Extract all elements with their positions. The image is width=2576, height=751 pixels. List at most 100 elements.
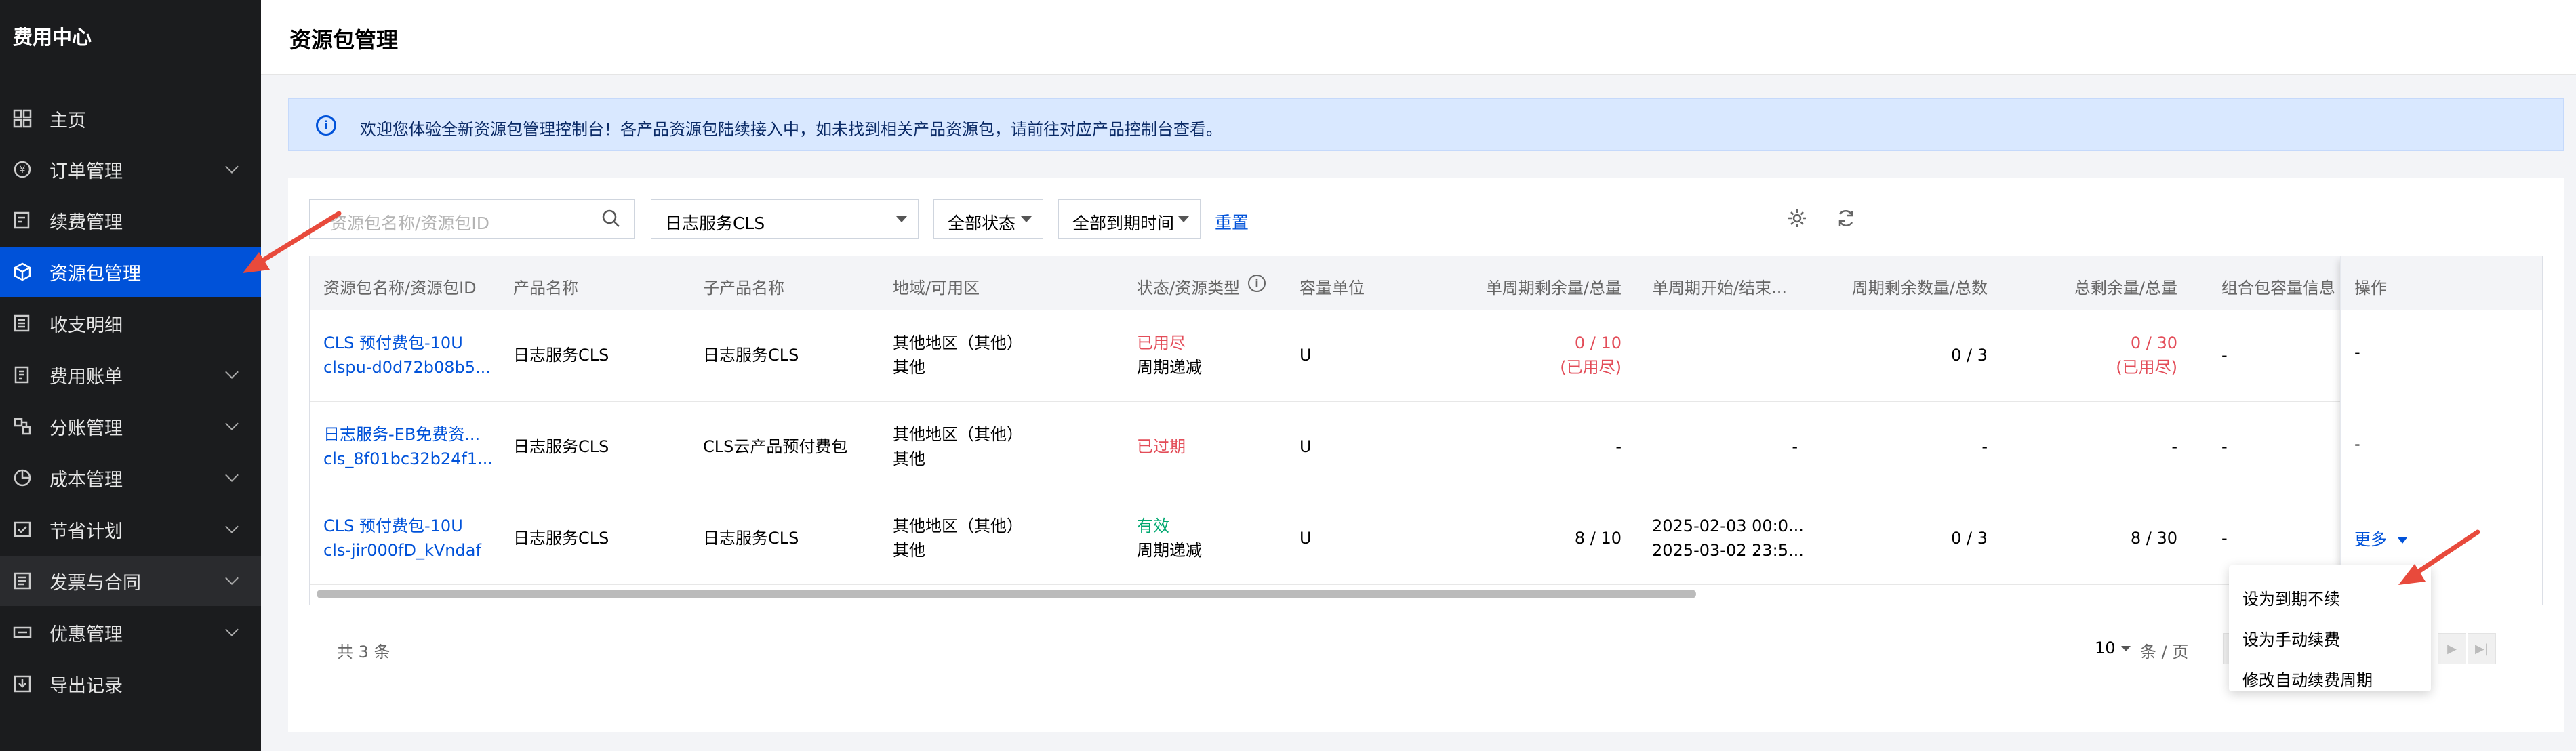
page-size-unit: 条 / 页: [2140, 643, 2189, 662]
expiry-select-value: 全部到期时间: [1072, 214, 1175, 233]
column-header: 子产品名称: [703, 279, 784, 298]
column-header: 周期剩余数量/总数: [1851, 279, 1988, 298]
menu-item-modify-auto-renew[interactable]: 修改自动续费周期: [2242, 667, 2373, 691]
status-text: 有效: [1137, 516, 1169, 535]
cycle-count: 0 / 3: [1951, 346, 1988, 365]
horizontal-scrollbar[interactable]: [317, 590, 1696, 598]
table-row: 日志服务-EB免费资... cls_8f01bc32b24f1... 日志服务C…: [310, 402, 2542, 493]
product-select[interactable]: 日志服务CLS: [651, 199, 919, 239]
page-title: 资源包管理: [289, 27, 399, 53]
sidebar-item-savings[interactable]: 节省计划: [0, 504, 261, 554]
content-card: 资源包名称/资源包ID 日志服务CLS 全部状态 全部到期时间 重置 资源包名称…: [288, 178, 2564, 732]
banner-text: 欢迎您体验全新资源包管理控制台！各产品资源包陆续接入中，如未找到相关产品资源包，…: [360, 120, 1222, 139]
sidebar-item-bills[interactable]: 费用账单: [0, 350, 261, 400]
sidebar-item-label: 优惠管理: [49, 624, 123, 645]
package-id-link[interactable]: cls-jir000fD_kVndaf: [323, 538, 481, 563]
caret-down-icon: [896, 216, 907, 222]
bill-icon: [12, 365, 33, 385]
sidebar-item-orders[interactable]: ¥ 订单管理: [0, 144, 261, 195]
resource-type: 周期递减: [1137, 358, 1202, 377]
sidebar-item-packages[interactable]: 资源包管理: [0, 247, 261, 297]
capacity-unit: U: [1300, 529, 1312, 548]
chevron-down-icon: [225, 623, 239, 636]
last-page-icon[interactable]: ▶|: [2468, 633, 2496, 664]
info-icon: i: [316, 115, 336, 136]
subproduct-name: CLS云产品预付费包: [703, 437, 848, 456]
total-remain: -: [2171, 437, 2177, 456]
cycle-remain: 0 / 10: [1574, 333, 1622, 352]
package-id-link[interactable]: cls_8f01bc32b24f1...: [323, 447, 493, 471]
renew-icon: [12, 210, 33, 230]
menu-item-manual-renew[interactable]: 设为手动续费: [2242, 626, 2340, 650]
package-id-link[interactable]: clspu-d0d72b08b5...: [323, 355, 491, 380]
chevron-down-icon: [225, 571, 239, 585]
svg-text:¥: ¥: [20, 165, 26, 176]
sidebar-item-invoices[interactable]: 发票与合同: [0, 556, 261, 606]
sidebar-item-exports[interactable]: 导出记录: [0, 659, 261, 709]
cycle-count: 0 / 3: [1951, 529, 1988, 548]
column-header: 产品名称: [513, 279, 578, 298]
next-page-icon[interactable]: ▶: [2438, 633, 2466, 664]
page-size-select[interactable]: 10: [2095, 638, 2131, 657]
sidebar-item-split[interactable]: 分账管理: [0, 401, 261, 451]
package-name-link[interactable]: CLS 预付费包-10U: [323, 331, 463, 355]
column-header: 总剩余量/总量: [2074, 279, 2177, 298]
zone: 其他: [893, 358, 925, 377]
order-icon: ¥: [12, 159, 33, 180]
resource-type: 周期递减: [1137, 541, 1202, 560]
total-count: 共 3 条: [337, 643, 390, 662]
package-icon: [12, 262, 33, 282]
resource-package-table: 资源包名称/资源包ID 产品名称 子产品名称 地域/可用区 状态/资源类型 i …: [309, 256, 2543, 605]
product-name: 日志服务CLS: [513, 437, 609, 456]
column-header: 容量单位: [1300, 279, 1365, 298]
gear-icon[interactable]: [1786, 207, 1808, 229]
sidebar-item-cost[interactable]: 成本管理: [0, 453, 261, 503]
region: 其他地区（其他）: [893, 516, 1023, 535]
sidebar-item-coupons[interactable]: 优惠管理: [0, 607, 261, 657]
sidebar-item-renewal[interactable]: 续费管理: [0, 195, 261, 245]
sidebar-item-label: 续费管理: [49, 211, 123, 233]
package-name-link[interactable]: CLS 预付费包-10U: [323, 514, 463, 538]
product-name: 日志服务CLS: [513, 529, 609, 548]
combo-info: -: [2221, 529, 2228, 548]
total-remain-note: (已用尽): [2116, 358, 2177, 377]
total-remain: 8 / 30: [2130, 529, 2177, 548]
combo-info: -: [2221, 346, 2228, 365]
status-select-value: 全部状态: [948, 214, 1016, 233]
table-row: CLS 预付费包-10U clspu-d0d72b08b5... 日志服务CLS…: [310, 310, 2542, 402]
sidebar-title: 费用中心: [13, 26, 92, 49]
column-header: 地域/可用区: [893, 279, 980, 298]
subproduct-name: 日志服务CLS: [703, 346, 799, 365]
pie-icon: [12, 468, 33, 488]
cycle-remain-note: (已用尽): [1560, 358, 1622, 377]
sidebar-item-label: 资源包管理: [49, 263, 141, 285]
sidebar-item-label: 分账管理: [49, 418, 123, 439]
package-name-link[interactable]: 日志服务-EB免费资...: [323, 422, 480, 447]
info-circle-icon[interactable]: i: [1248, 275, 1266, 292]
search-input[interactable]: 资源包名称/资源包ID: [309, 199, 635, 239]
plan-icon: [12, 519, 33, 540]
grid-icon: [12, 108, 33, 129]
table-header: 资源包名称/资源包ID 产品名称 子产品名称 地域/可用区 状态/资源类型 i …: [310, 256, 2542, 310]
search-icon[interactable]: [601, 209, 620, 228]
cycle-count: -: [1981, 437, 1988, 456]
column-header: 状态/资源类型: [1137, 279, 1241, 298]
annotation-arrow-icon: [2398, 529, 2480, 585]
menu-item-no-renew[interactable]: 设为到期不续: [2242, 586, 2340, 609]
sidebar: 费用中心 主页 ¥ 订单管理 续费管理 资源包管理 收支明细 费用账单 分账管理…: [0, 0, 261, 751]
sidebar-item-label: 订单管理: [49, 161, 123, 182]
cycle-start: 2025-02-03 00:0...: [1652, 516, 1804, 535]
cycle-start: -: [1792, 437, 1798, 456]
column-header: 操作: [2354, 279, 2387, 298]
sidebar-item-home[interactable]: 主页: [0, 94, 261, 144]
refresh-icon[interactable]: [1835, 207, 1857, 229]
sidebar-item-label: 导出记录: [49, 675, 123, 697]
sidebar-item-transactions[interactable]: 收支明细: [0, 298, 261, 348]
chevron-down-icon: [225, 520, 239, 533]
reset-link[interactable]: 重置: [1215, 209, 1249, 234]
table-row: CLS 预付费包-10U cls-jir000fD_kVndaf 日志服务CLS…: [310, 493, 2542, 585]
status-select[interactable]: 全部状态: [933, 199, 1043, 239]
page-header: 资源包管理: [261, 0, 2576, 75]
export-icon: [12, 674, 33, 694]
expiry-select[interactable]: 全部到期时间: [1058, 199, 1201, 239]
